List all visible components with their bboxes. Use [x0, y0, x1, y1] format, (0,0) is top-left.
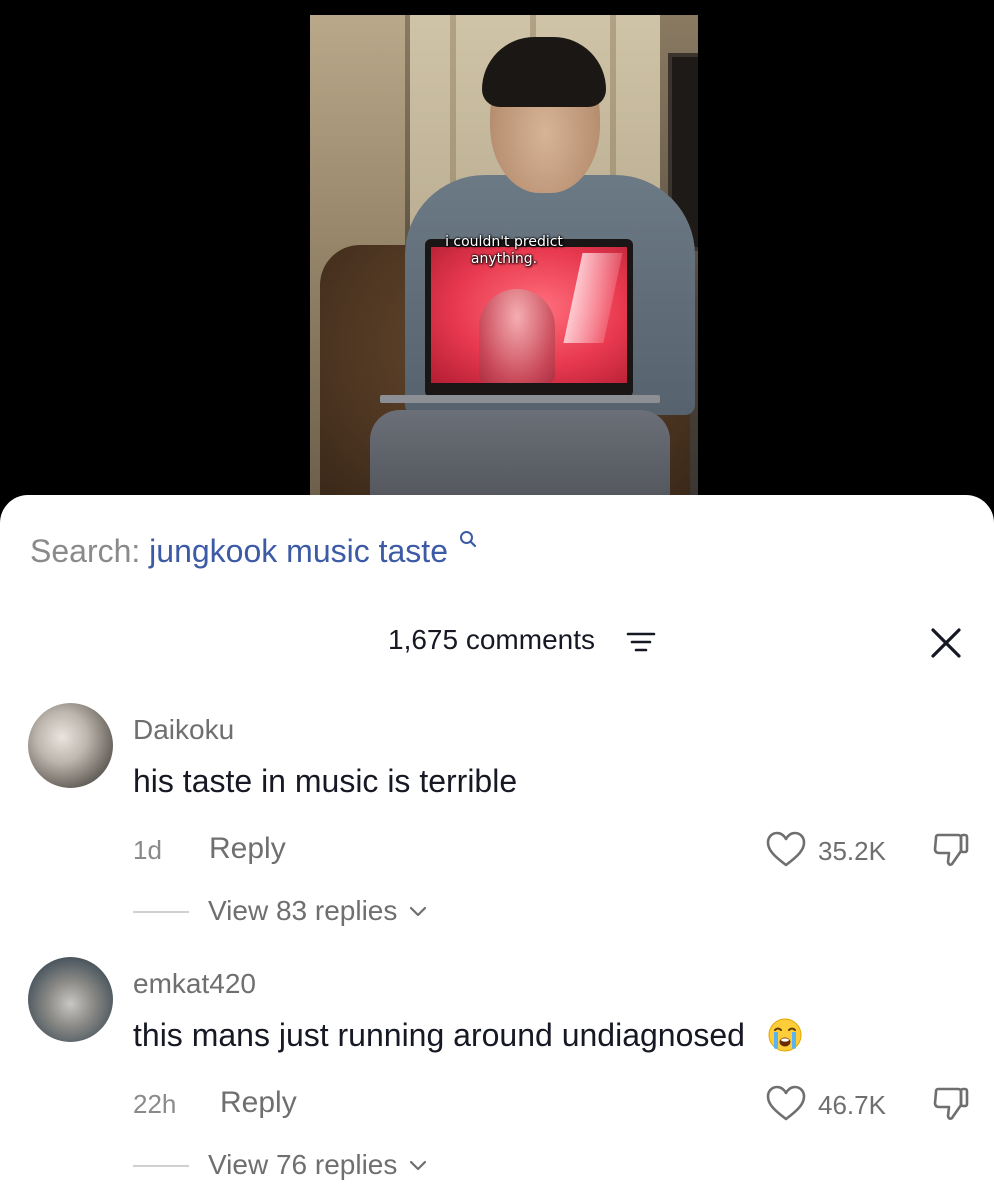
- dislike-icon[interactable]: [930, 831, 970, 874]
- view-replies-label: View 83 replies: [208, 895, 398, 926]
- video-frame[interactable]: i couldn't predict anything.: [310, 15, 698, 495]
- video-player[interactable]: i couldn't predict anything.: [0, 0, 994, 510]
- view-replies-button[interactable]: View 83 replies: [208, 893, 427, 929]
- view-replies-label: View 76 replies: [208, 1149, 398, 1180]
- close-button[interactable]: [924, 621, 968, 665]
- heart-icon[interactable]: [766, 831, 806, 874]
- comments-count: 1,675 comments: [388, 624, 595, 655]
- like-count: 35.2K: [818, 836, 886, 866]
- search-icon[interactable]: [459, 517, 477, 557]
- replies-divider: [133, 911, 189, 913]
- comment-username[interactable]: Daikoku: [133, 713, 234, 747]
- avatar[interactable]: [28, 957, 113, 1042]
- replies-divider: [133, 1165, 189, 1167]
- comment-item: emkat420 this mans just running around u…: [0, 957, 994, 1197]
- caption-line: anything.: [470, 251, 538, 267]
- comment-text: his taste in music is terrible: [133, 763, 518, 799]
- comment-username[interactable]: emkat420: [133, 967, 256, 1001]
- loudly-crying-face-icon: [768, 1018, 802, 1052]
- chevron-down-icon: [410, 1160, 427, 1171]
- video-caption: i couldn't predict anything.: [310, 234, 698, 268]
- comment-time: 1d: [133, 835, 162, 865]
- avatar[interactable]: [28, 703, 113, 788]
- caption-line: i couldn't predict: [445, 234, 563, 250]
- close-icon: [931, 628, 961, 658]
- chevron-down-icon: [410, 906, 427, 917]
- sort-filter-icon[interactable]: [626, 631, 656, 658]
- laptop-base: [380, 395, 660, 403]
- dislike-icon[interactable]: [930, 1085, 970, 1128]
- comments-sheet: Search: jungkook music taste 1,675 comme…: [0, 495, 994, 1200]
- comment-time: 22h: [133, 1089, 177, 1119]
- view-replies-button[interactable]: View 76 replies: [208, 1147, 427, 1183]
- comment-item: Daikoku his taste in music is terrible 1…: [0, 703, 994, 943]
- comment-text-content: this mans just running around undiagnose…: [133, 1017, 745, 1053]
- reply-button[interactable]: Reply: [209, 831, 286, 867]
- search-prefix: Search:: [30, 533, 141, 569]
- reply-button[interactable]: Reply: [220, 1085, 297, 1121]
- heart-icon[interactable]: [766, 1085, 806, 1128]
- video-person-legs: [370, 410, 670, 495]
- comments-header: 1,675 comments: [0, 621, 994, 661]
- comment-text: this mans just running around undiagnose…: [133, 1015, 802, 1055]
- like-count: 46.7K: [818, 1090, 886, 1120]
- search-suggestion[interactable]: Search: jungkook music taste: [30, 531, 476, 571]
- search-query-link[interactable]: jungkook music taste: [149, 533, 448, 569]
